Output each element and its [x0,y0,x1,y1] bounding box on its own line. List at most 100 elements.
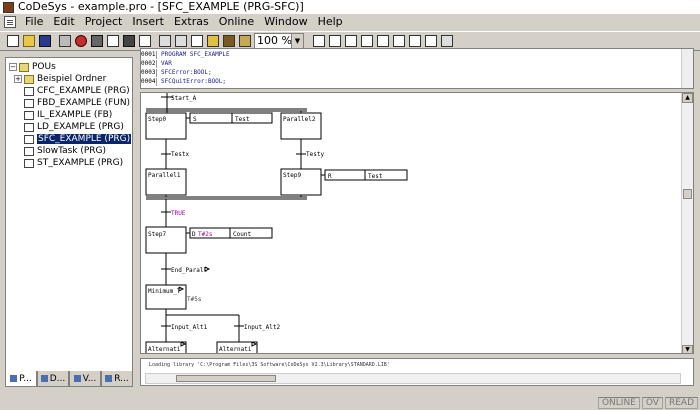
build-icon[interactable] [74,34,88,48]
sfc-editor[interactable]: Start_A Step0 S Test Parallel2 Testx Tes… [140,92,694,354]
menu-online[interactable]: Online [214,14,259,30]
parallel-branch-icon[interactable] [344,34,358,48]
paste-icon[interactable] [222,34,236,48]
menu-help[interactable]: Help [313,14,348,30]
action-time: T#2s [198,231,213,238]
tree-item-selected[interactable]: SFC_EXAMPLE (PRG) [24,133,132,145]
step-label: Step0 [148,116,166,123]
pou-icon [24,158,34,168]
pou-icon [24,134,34,144]
tree-folder[interactable]: + Beispiel Ordner [14,73,106,85]
step-label: Parallel1 [148,172,181,179]
jump-icon[interactable] [360,34,374,48]
cut-icon[interactable] [190,34,204,48]
tab-resources[interactable]: R... [101,371,133,387]
jump-arrow-icon [251,341,258,347]
codesys-app-icon [3,1,14,13]
menu-file[interactable]: File [20,14,48,30]
expand-icon[interactable]: + [14,75,22,83]
transition-label: Input_Alt2 [244,324,281,331]
alternative-branch-icon[interactable] [328,34,342,48]
line-text: SFCQuitError:BOOL; [161,78,227,85]
scroll-up-icon[interactable]: ▲ [682,93,693,103]
chevron-down-icon[interactable]: ▼ [291,34,303,48]
sfc-vertical-scrollbar[interactable]: ▲ ▼ [681,93,693,353]
menu-edit[interactable]: Edit [48,14,79,30]
document-menu-icon[interactable] [4,16,16,28]
action-icon[interactable] [408,34,422,48]
tree-folder-label: Beispiel Ordner [37,74,107,84]
window-title: CoDeSys - example.pro - [SFC_EXAMPLE (PR… [18,0,304,13]
breakpoint-icon[interactable] [424,34,438,48]
line-text: SFCError:BOOL; [161,69,212,76]
transition-label: TRUE [171,210,186,217]
folder-icon [24,74,34,84]
status-overwrite: OV [641,397,663,409]
action-name: Count [233,231,251,238]
open-icon[interactable] [22,34,36,48]
tree-item-label: FBD_EXAMPLE (FUN) [37,98,131,108]
menu-insert[interactable]: Insert [127,14,169,30]
scroll-thumb[interactable] [176,375,276,382]
pou-icon [24,98,34,108]
tree-item[interactable]: IL_EXAMPLE (FB) [24,109,112,121]
new-icon[interactable] [6,34,20,48]
transition-label: Testy [306,151,324,158]
label-icon[interactable] [376,34,390,48]
pou-icon [24,146,34,156]
tree-root-pous[interactable]: − POUs [9,61,56,73]
sfc-diagram: Start_A Step0 S Test Parallel2 Testx Tes… [145,93,408,353]
line-number: 0003 [141,69,157,77]
transition-label: Start_A [171,95,197,102]
scroll-down-icon[interactable]: ▼ [682,345,693,353]
replace-icon[interactable] [174,34,188,48]
pou-icon [24,122,34,132]
object-tabs: P... D... V... R... [5,371,133,387]
status-bar: ONLINE OV READ [0,396,700,410]
declaration-scrollbar[interactable] [681,49,693,88]
declaration-editor[interactable]: 0001 PROGRAM SFC_EXAMPLE 0002 VAR 0003 S… [140,48,694,89]
tree-item[interactable]: FBD_EXAMPLE (FUN) [24,97,130,109]
transition-label: Testx [171,151,189,158]
action-qualifier: R [328,173,332,180]
menu-project[interactable]: Project [80,14,128,30]
tab-visualizations[interactable]: V... [69,371,101,387]
datatype-tab-icon [40,375,48,382]
print-icon[interactable] [58,34,72,48]
title-bar: CoDeSys - example.pro - [SFC_EXAMPLE (PR… [0,0,700,14]
find-icon[interactable] [158,34,172,48]
step-time: T#5s [187,296,202,303]
step-icon[interactable] [440,34,454,48]
tree-item-label: SlowTask (PRG) [37,146,107,156]
line-text: PROGRAM SFC_EXAMPLE [161,51,230,58]
save-icon[interactable] [38,34,52,48]
tab-data-types[interactable]: D... [37,371,69,387]
line-number: 0002 [141,60,157,68]
tree-item[interactable]: LD_EXAMPLE (PRG) [24,121,124,133]
menu-window[interactable]: Window [259,14,312,30]
tree-item-label: LD_EXAMPLE (PRG) [37,122,124,132]
message-text: Loading library 'C:\Program Files\3S Sof… [149,362,390,368]
logout-icon[interactable] [106,34,120,48]
login-icon[interactable] [90,34,104,48]
stop-icon[interactable] [138,34,152,48]
tab-label: R... [114,373,129,384]
scroll-thumb[interactable] [683,189,692,199]
tree-item[interactable]: SlowTask (PRG) [24,145,106,157]
message-horizontal-scrollbar[interactable] [145,373,681,384]
message-window: Loading library 'C:\Program Files\3S Sof… [140,358,694,386]
tree-item-label: CFC_EXAMPLE (PRG) [37,86,130,96]
copy-icon[interactable] [206,34,220,48]
tab-pous[interactable]: P... [5,371,37,387]
tree-item-label: ST_EXAMPLE (PRG) [37,158,124,168]
zoom-select[interactable]: 100 % ▼ [254,33,304,49]
tree-item[interactable]: CFC_EXAMPLE (PRG) [24,85,130,97]
step-transition-icon[interactable] [312,34,326,48]
tree-item[interactable]: ST_EXAMPLE (PRG) [24,157,123,169]
pou-tab-icon [10,375,18,382]
run-icon[interactable] [122,34,136,48]
menu-extras[interactable]: Extras [169,14,214,30]
macro-icon[interactable] [392,34,406,48]
collapse-icon[interactable]: − [9,63,17,71]
help-icon[interactable] [238,34,252,48]
